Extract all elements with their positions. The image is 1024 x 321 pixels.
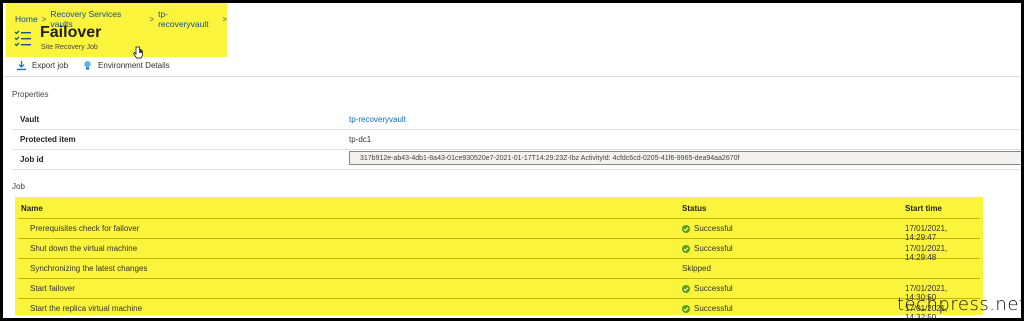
hand-cursor-icon — [133, 46, 143, 59]
task-name: Start the replica virtual machine — [30, 304, 143, 313]
checklist-icon — [14, 30, 31, 47]
task-status: Successful — [682, 284, 733, 293]
success-check-icon — [682, 304, 690, 313]
property-row-job-id: Job id 317b912e-ab43-4db1-8a43-01ce93052… — [12, 150, 1021, 170]
properties-heading: Properties — [12, 90, 49, 99]
job-id-field[interactable]: 317b912e-ab43-4db1-8a43-01ce930520e7-202… — [349, 151, 1021, 165]
task-status: Skipped — [682, 264, 711, 273]
toolbar: Export job Environment Details — [16, 60, 170, 71]
property-value: tp-dc1 — [349, 135, 372, 144]
task-status: Successful — [682, 224, 733, 233]
task-name: Shut down the virtual machine — [30, 244, 138, 253]
divider — [3, 76, 1021, 77]
task-name: Synchronizing the latest changes — [30, 264, 148, 273]
property-row-vault: Vault tp-recoveryvault — [12, 110, 1021, 130]
breadcrumb-vault[interactable]: tp-recoveryvault — [158, 9, 218, 29]
success-check-icon — [682, 244, 690, 253]
job-table: Name Status Start time Prerequisites che… — [18, 199, 980, 318]
table-row[interactable]: Start the replica virtual machine Succes… — [18, 299, 980, 318]
chevron-right-icon: > — [222, 14, 227, 24]
status-text: Successful — [694, 284, 733, 293]
header-highlight: Home > Recovery Services vaults > tp-rec… — [6, 3, 227, 59]
app-frame: Home > Recovery Services vaults > tp-rec… — [3, 3, 1021, 318]
properties-list: Vault tp-recoveryvault Protected item tp… — [12, 110, 1021, 170]
watermark: techpress.net — [897, 294, 1021, 315]
page-title: Failover — [40, 24, 102, 41]
status-text: Successful — [694, 304, 733, 313]
column-header-start-time[interactable]: Start time — [905, 204, 942, 213]
export-job-button[interactable]: Export job — [16, 60, 68, 71]
status-text: Skipped — [682, 264, 711, 273]
property-key: Vault — [20, 115, 40, 124]
success-check-icon — [682, 224, 690, 233]
table-header: Name Status Start time — [18, 199, 980, 219]
task-name: Start failover — [30, 284, 75, 293]
success-check-icon — [682, 284, 690, 293]
environment-details-label: Environment Details — [98, 61, 170, 70]
table-row[interactable]: Synchronizing the latest changes Skipped — [18, 259, 980, 279]
property-key: Protected item — [20, 135, 76, 144]
property-row-protected-item: Protected item tp-dc1 — [12, 130, 1021, 150]
vault-link[interactable]: tp-recoveryvault — [349, 115, 406, 124]
task-name: Prerequisites check for failover — [30, 224, 140, 233]
environment-details-button[interactable]: Environment Details — [82, 60, 170, 71]
chevron-right-icon: > — [41, 14, 47, 24]
job-heading: Job — [12, 182, 25, 191]
task-status: Successful — [682, 244, 733, 253]
table-row[interactable]: Prerequisites check for failover Success… — [18, 219, 980, 242]
table-row[interactable]: Start failover Successful 17/01/2021, 14… — [18, 279, 980, 302]
lightbulb-icon — [84, 61, 91, 70]
export-job-label: Export job — [32, 61, 69, 70]
column-header-status[interactable]: Status — [682, 204, 706, 213]
table-row[interactable]: Shut down the virtual machine Successful… — [18, 239, 980, 262]
task-status: Successful — [682, 304, 733, 313]
breadcrumb-home[interactable]: Home — [15, 14, 38, 24]
chevron-right-icon: > — [149, 14, 155, 24]
property-key: Job id — [20, 155, 44, 164]
status-text: Successful — [694, 224, 733, 233]
page-subtitle: Site Recovery Job — [41, 44, 98, 51]
status-text: Successful — [694, 244, 733, 253]
column-header-name[interactable]: Name — [21, 204, 43, 213]
download-icon — [17, 61, 26, 71]
